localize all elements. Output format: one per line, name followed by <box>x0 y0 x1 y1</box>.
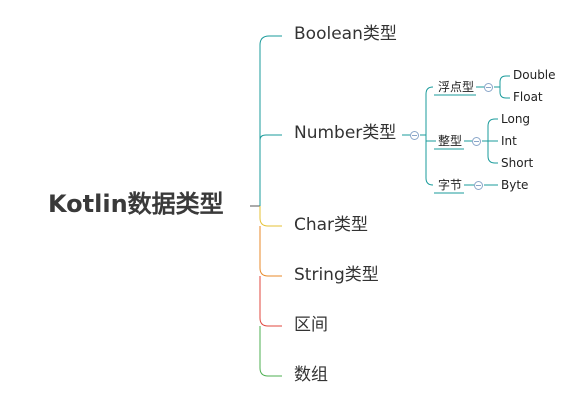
collapse-toggle-byte[interactable] <box>474 181 483 190</box>
branch-connector-array <box>259 326 282 377</box>
number-sub-trunk <box>420 86 434 186</box>
branch-connector-range <box>259 276 282 327</box>
collapse-toggle-number[interactable] <box>410 131 419 140</box>
leaf-byte[interactable]: Byte <box>501 179 528 191</box>
mindmap-canvas: Kotlin数据类型 Boolean类型 Number类型 Char类型 Str… <box>0 0 581 411</box>
float-children <box>494 75 510 99</box>
sub-byte-group[interactable]: 字节 <box>438 179 462 191</box>
sub-integer[interactable]: 整型 <box>438 135 462 147</box>
collapse-toggle-float[interactable] <box>484 83 493 92</box>
root-node[interactable]: Kotlin数据类型 <box>48 192 224 216</box>
leaf-short[interactable]: Short <box>501 157 533 169</box>
leaf-long[interactable]: Long <box>501 113 530 125</box>
branch-boolean[interactable]: Boolean类型 <box>294 26 397 43</box>
leaf-double[interactable]: Double <box>513 69 556 81</box>
branch-string[interactable]: String类型 <box>294 267 379 284</box>
sub-float[interactable]: 浮点型 <box>438 81 474 93</box>
branch-char[interactable]: Char类型 <box>294 217 368 234</box>
collapse-toggle-integer[interactable] <box>472 137 481 146</box>
branch-range[interactable]: 区间 <box>294 317 328 334</box>
branch-connector-number <box>259 134 282 141</box>
branch-array[interactable]: 数组 <box>294 367 328 384</box>
branch-connector-char <box>259 206 282 227</box>
integer-children <box>482 118 498 164</box>
branch-connector-string <box>259 226 282 277</box>
leaf-float[interactable]: Float <box>513 91 543 103</box>
branch-number[interactable]: Number类型 <box>294 125 396 142</box>
leaf-int[interactable]: Int <box>501 135 517 147</box>
branch-connector-boolean <box>259 35 282 206</box>
